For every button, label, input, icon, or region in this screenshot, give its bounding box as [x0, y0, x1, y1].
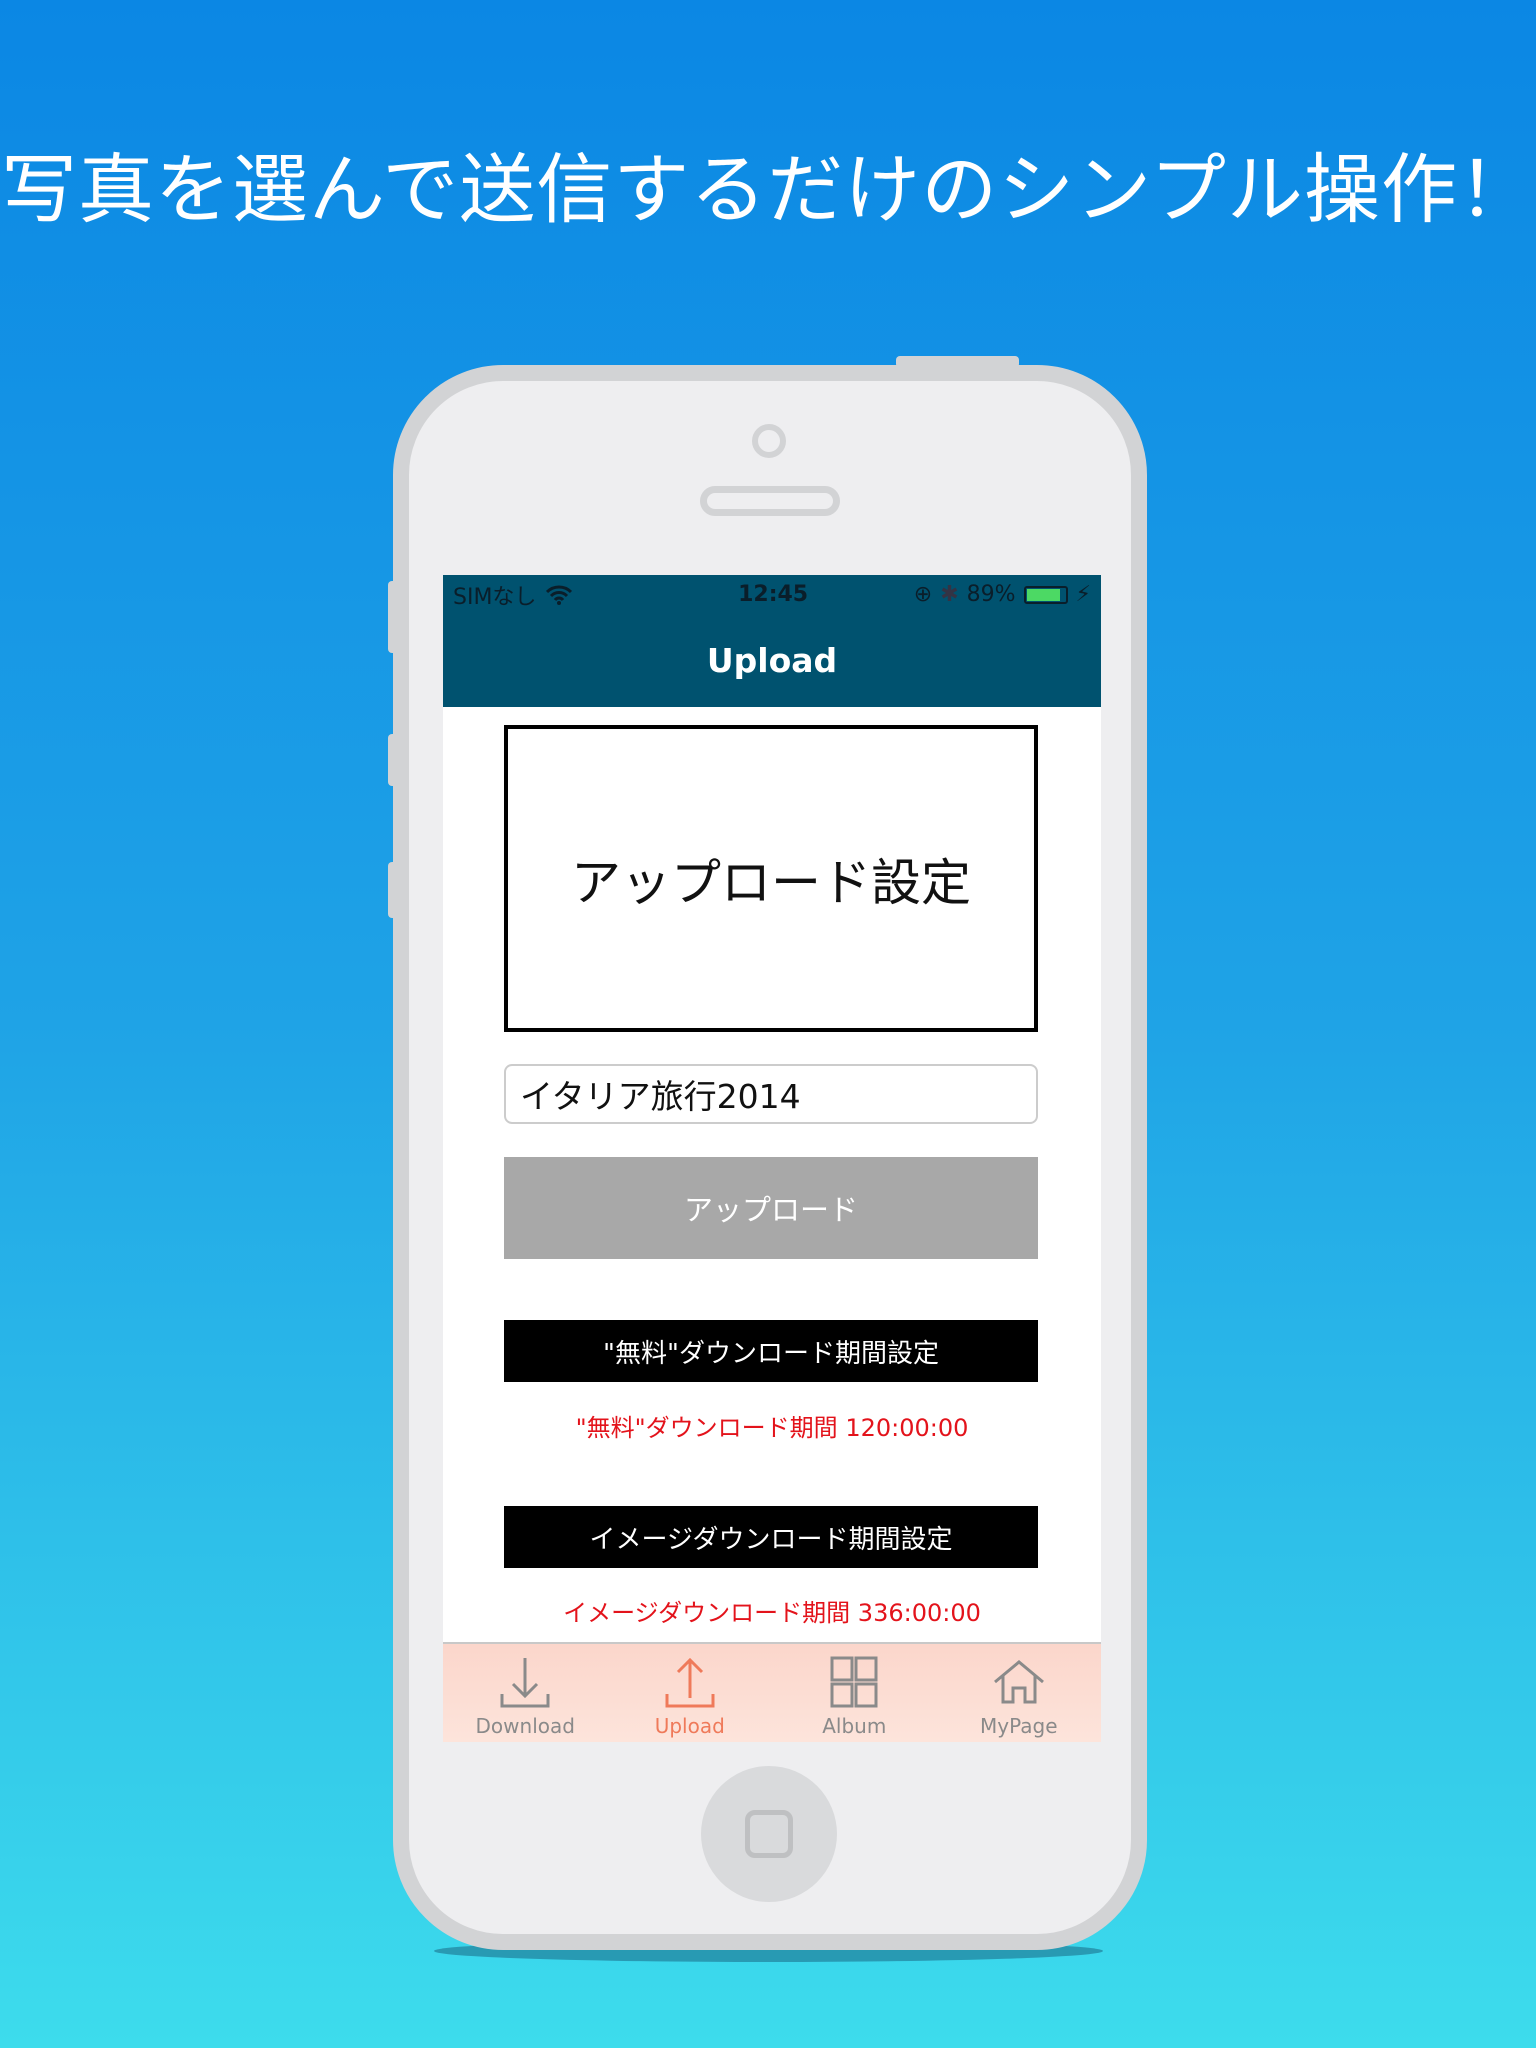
charging-icon: ⚡: [1075, 582, 1091, 607]
free-period-text: "無料"ダウンロード期間 120:00:00: [575, 1414, 969, 1442]
carrier: SIMなし: [453, 584, 537, 610]
tab-label: MyPage: [979, 1714, 1058, 1738]
battery-icon: [1023, 585, 1068, 604]
tab-bar: Download Upload Album MyPage: [443, 1642, 1101, 1742]
album-name-input[interactable]: イタリア旅行2014: [504, 1064, 1038, 1124]
tab-label: Album: [822, 1714, 887, 1738]
tab-label: Upload: [654, 1714, 725, 1738]
download-icon: [500, 1658, 550, 1708]
upload-button[interactable]: アップロード: [504, 1157, 1038, 1259]
camera: [752, 424, 786, 458]
tab-upload[interactable]: Upload: [608, 1644, 773, 1742]
upload-settings-box[interactable]: アップロード設定: [504, 725, 1038, 1032]
headline: 写真を選んで送信するだけのシンプル操作！: [1, 145, 1535, 234]
free-period-button[interactable]: "無料"ダウンロード期間設定: [504, 1320, 1038, 1382]
image-period-text: イメージダウンロード期間 336:00:00: [563, 1599, 981, 1627]
tab-download[interactable]: Download: [443, 1644, 608, 1742]
home-square-icon: [745, 1810, 793, 1858]
upload-icon: [665, 1657, 715, 1708]
grid-icon: [830, 1656, 878, 1708]
bluetooth-icon: ✱: [940, 582, 959, 607]
tab-mypage[interactable]: MyPage: [937, 1644, 1102, 1742]
wifi-icon: [546, 585, 573, 605]
tab-album[interactable]: Album: [772, 1644, 937, 1742]
status-bar: SIMなし 12:45 ⊕ ✱ 89% ⚡: [443, 575, 1101, 614]
clock: 12:45: [738, 582, 809, 607]
screen: SIMなし 12:45 ⊕ ✱ 89% ⚡ Upload アップロード設定 イタ…: [443, 575, 1101, 1742]
tab-label: Download: [475, 1714, 575, 1738]
home-button[interactable]: [701, 1766, 837, 1902]
home-icon: [993, 1660, 1044, 1704]
speaker: [700, 486, 840, 516]
battery-percent: 89%: [966, 582, 1016, 607]
nav-title: Upload: [443, 614, 1101, 707]
image-period-button[interactable]: イメージダウンロード期間設定: [504, 1506, 1038, 1568]
rotation-lock-icon: ⊕: [913, 582, 933, 607]
